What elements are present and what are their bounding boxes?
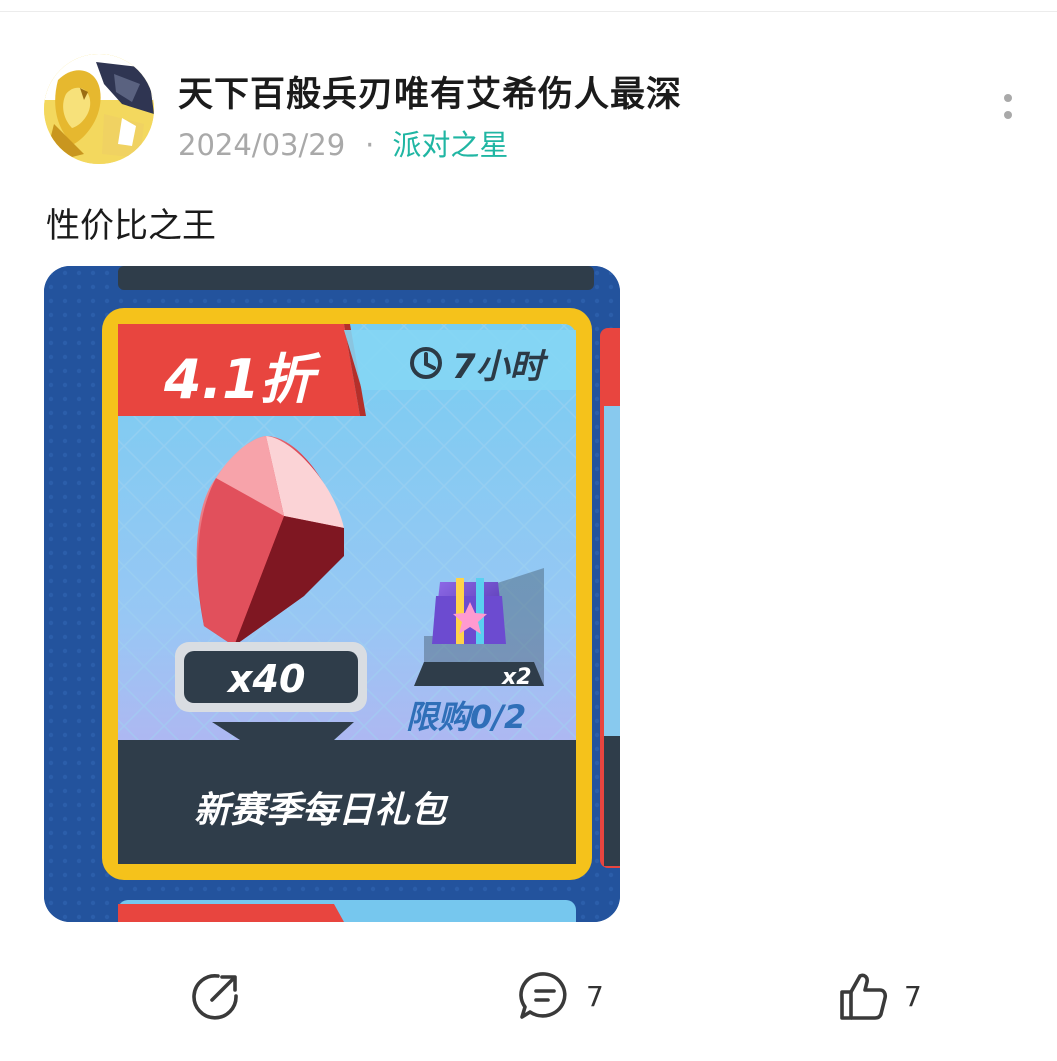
purchase-limit-label: 限购0/2	[406, 698, 526, 736]
post-meta: 2024/03/29 · 派对之星	[178, 122, 508, 164]
post-date: 2024/03/29	[178, 128, 346, 162]
meta-separator: ·	[365, 128, 375, 162]
top-divider	[0, 11, 1057, 12]
chest-count-label: x2	[501, 665, 532, 690]
comment-icon	[519, 972, 567, 1019]
top-card-remnant	[118, 266, 594, 290]
share-button[interactable]	[190, 966, 242, 1026]
avatar-image	[44, 54, 154, 164]
gift-card[interactable]: 4.1折 7小时 x40 x2 限购0/2 新赛季每日礼包	[102, 308, 592, 880]
more-options-icon[interactable]	[995, 94, 1021, 128]
avatar[interactable]	[44, 54, 154, 164]
thumbs-up-icon	[840, 973, 888, 1020]
topic-tag[interactable]: 派对之星	[392, 128, 508, 162]
post-text: 性价比之王	[46, 206, 216, 246]
post-image[interactable]: 4.1折 7小时 x40 x2 限购0/2 新赛季每日礼包	[44, 266, 620, 922]
like-count: 7	[904, 979, 922, 1013]
action-bar: 7 7	[0, 966, 1057, 1026]
author-name[interactable]: 天下百般兵刃唯有艾希伤人最深	[178, 66, 682, 117]
comment-count: 7	[586, 979, 604, 1013]
share-icon	[192, 974, 238, 1020]
gem-count-label: x40	[226, 657, 305, 701]
like-button[interactable]: 7	[836, 966, 922, 1026]
discount-label: 4.1折	[163, 348, 322, 411]
comment-button[interactable]: 7	[518, 966, 604, 1026]
gift-title-label: 新赛季每日礼包	[194, 790, 449, 831]
timer-label: 7小时	[452, 347, 549, 387]
